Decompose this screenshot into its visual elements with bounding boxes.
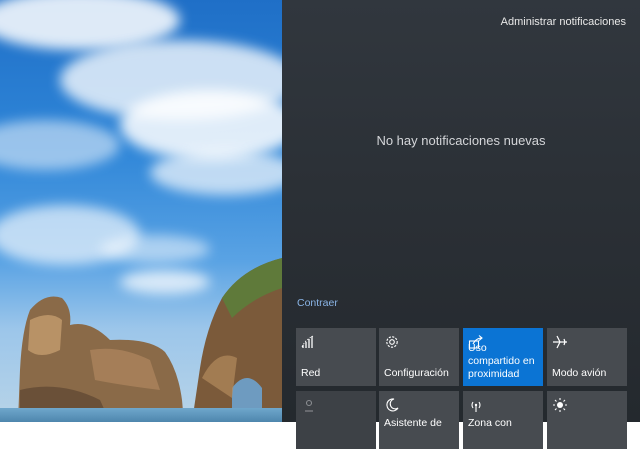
- tile-label: Uso compartido en proximidad: [468, 342, 535, 380]
- moon-icon: [386, 398, 399, 412]
- quick-action-mobile-hotspot[interactable]: Zona con: [463, 391, 543, 449]
- quick-action-settings[interactable]: Configuración: [379, 328, 459, 386]
- manage-notifications-link[interactable]: Administrar notificaciones: [501, 16, 626, 28]
- sea: [0, 408, 282, 422]
- location-icon: [305, 399, 313, 412]
- empty-notifications-message: No hay notificaciones nuevas: [376, 133, 546, 148]
- desktop-wallpaper: [0, 0, 282, 422]
- quick-action-network[interactable]: Red: [296, 328, 376, 386]
- rock-left: [18, 296, 184, 422]
- quick-action-focus-assist[interactable]: Asistente de: [379, 391, 459, 449]
- quick-action-brightness[interactable]: [547, 391, 627, 449]
- quick-action-airplane-mode[interactable]: Modo avión: [547, 328, 627, 386]
- hotspot-icon: [471, 401, 481, 412]
- brightness-icon: [553, 398, 567, 412]
- tile-label: Red: [301, 367, 321, 379]
- quick-action-nearby-sharing[interactable]: Uso compartido en proximidad: [463, 328, 543, 386]
- tile-label: Asistente de: [384, 417, 442, 429]
- tile-label: Configuración: [384, 367, 449, 379]
- action-center-panel: Administrar notificaciones No hay notifi…: [282, 0, 640, 449]
- tile-label: Zona con: [468, 417, 512, 429]
- network-icon: [301, 335, 314, 348]
- collapse-link[interactable]: Contraer: [297, 297, 338, 309]
- airplane-icon: [553, 335, 567, 349]
- tile-label: Modo avión: [552, 367, 607, 379]
- rock-right: [192, 258, 282, 422]
- quick-action-location[interactable]: [296, 391, 376, 449]
- gear-icon: [386, 336, 398, 348]
